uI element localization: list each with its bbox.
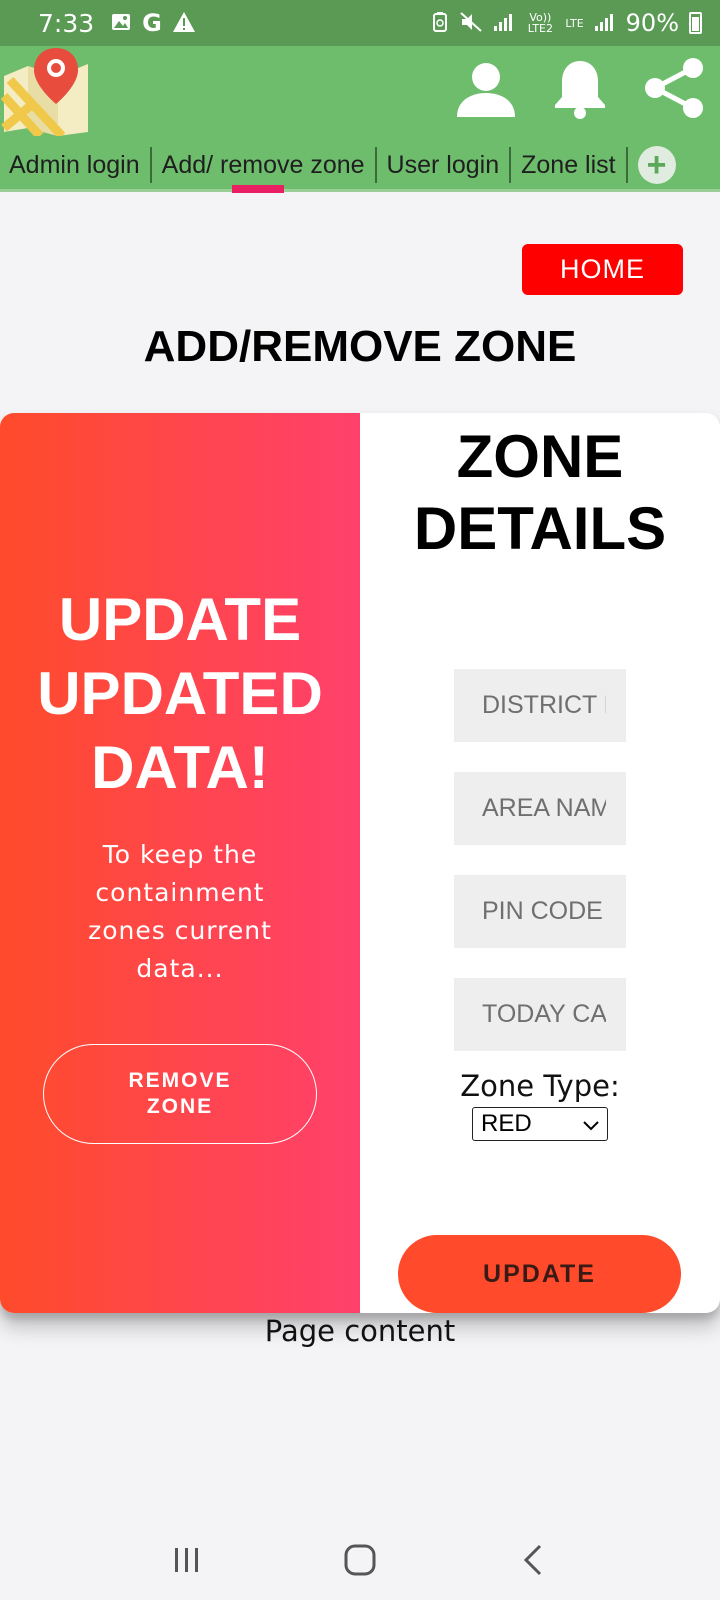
tab-user-login[interactable]: User login xyxy=(377,145,510,185)
district-name-input[interactable] xyxy=(454,669,626,742)
zone-card: UPDATE UPDATED DATA! To keep the contain… xyxy=(0,413,720,1313)
today-cases-input[interactable] xyxy=(454,978,626,1051)
form-panel: ZONE DETAILS Zone Type: RED UPDATE xyxy=(360,413,720,1313)
battery-saver-icon xyxy=(431,11,449,36)
recent-apps-icon[interactable] xyxy=(157,1530,217,1590)
gallery-icon xyxy=(110,11,132,36)
system-nav-bar xyxy=(0,1520,720,1600)
back-icon[interactable] xyxy=(503,1530,563,1590)
zone-type-label: Zone Type: xyxy=(460,1069,620,1103)
share-icon[interactable] xyxy=(642,56,706,120)
map-logo-icon xyxy=(0,46,92,140)
zone-type-value: RED xyxy=(481,1110,532,1137)
user-icon[interactable] xyxy=(454,56,518,120)
warning-icon xyxy=(172,11,196,36)
area-name-input[interactable] xyxy=(454,772,626,845)
mute-icon xyxy=(459,11,483,36)
remove-zone-button[interactable]: REMOVE ZONE xyxy=(43,1044,317,1144)
form-title: ZONE DETAILS xyxy=(413,423,667,562)
google-icon: G xyxy=(142,9,162,37)
chevron-down-icon xyxy=(583,1110,599,1138)
update-button[interactable]: UPDATE xyxy=(398,1235,681,1313)
tab-add-remove-zone[interactable]: Add/ remove zone xyxy=(152,145,375,193)
tab-divider xyxy=(625,147,628,183)
remove-zone-label: REMOVE ZONE xyxy=(128,1069,232,1118)
header-icons xyxy=(454,56,706,120)
status-left: 7:33 G xyxy=(38,9,196,38)
page-title: ADD/REMOVE ZONE xyxy=(143,322,577,371)
home-button[interactable]: HOME xyxy=(522,244,683,295)
signal-icon-2 xyxy=(594,12,616,35)
battery-icon xyxy=(689,12,702,34)
overlay-panel: UPDATE UPDATED DATA! To keep the contain… xyxy=(0,413,360,1313)
overlay-title: UPDATE UPDATED DATA! xyxy=(37,586,323,801)
pin-code-input[interactable] xyxy=(454,875,626,948)
tab-zone-list[interactable]: Zone list xyxy=(511,145,625,185)
zone-type-select[interactable]: RED xyxy=(472,1107,608,1141)
tab-bar: Admin login Add/ remove zone User login … xyxy=(0,141,720,193)
home-nav-icon[interactable] xyxy=(330,1530,390,1590)
status-right: Vo)) LTE2 LTE 90% xyxy=(431,9,702,37)
status-time: 7:33 xyxy=(38,8,95,38)
tab-admin-login[interactable]: Admin login xyxy=(9,145,150,185)
signal-icon-1 xyxy=(493,12,515,35)
add-tab-icon[interactable]: + xyxy=(637,146,676,184)
lte-label: LTE xyxy=(565,16,584,30)
overlay-text: To keep the containment zones current da… xyxy=(88,840,272,983)
page-content-text: Page content xyxy=(264,1314,456,1348)
volte-label: Vo)) LTE2 xyxy=(527,11,553,35)
status-bar: 7:33 G Vo)) LTE2 LTE 90% xyxy=(0,0,720,46)
battery-percent: 90% xyxy=(625,9,679,37)
app-header: Admin login Add/ remove zone User login … xyxy=(0,46,720,193)
bell-icon[interactable] xyxy=(548,56,612,120)
